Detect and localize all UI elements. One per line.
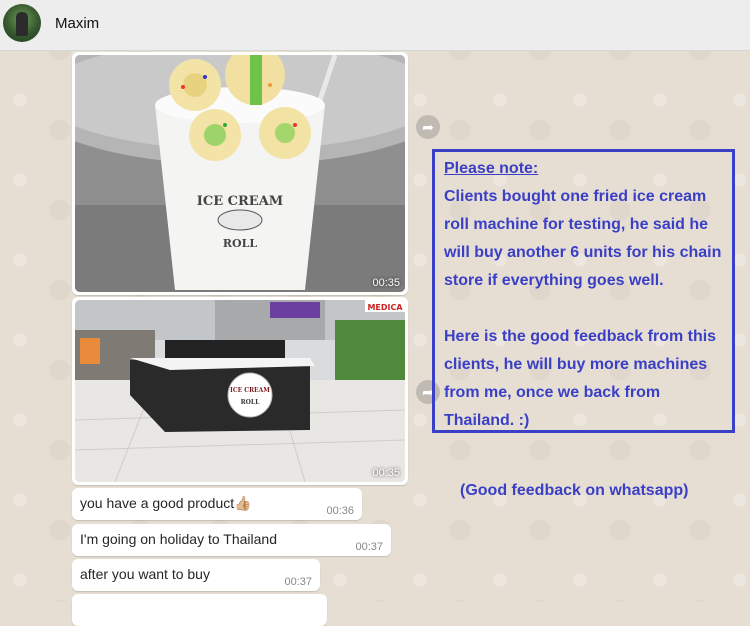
annotation-box: Please note: Clients bought one fried ic… xyxy=(432,149,735,433)
message-text: after you want to buy xyxy=(80,566,210,582)
text-message[interactable]: I'm going on holiday to Thailand 00:37 xyxy=(72,524,391,556)
ice-cream-cup-photo[interactable]: ICE CREAM ROLL xyxy=(75,55,405,292)
kiosk-sign-top: ICE CREAM xyxy=(230,387,270,394)
cup-print-top: ICE CREAM xyxy=(197,194,283,209)
message-time: 00:36 xyxy=(326,505,354,517)
kiosk-sign-bottom: ROLL xyxy=(241,399,260,406)
text-message[interactable]: after you want to buy 00:37 xyxy=(72,559,320,591)
message-time: 00:37 xyxy=(284,576,312,588)
contact-name[interactable]: Maxim xyxy=(55,15,99,32)
shop-sign: MEDICA xyxy=(367,303,403,312)
message-time: 00:35 xyxy=(372,277,400,289)
text-message-partial[interactable] xyxy=(72,594,327,626)
text-message[interactable]: you have a good product👍🏼 00:36 xyxy=(72,488,362,520)
cup-print-bottom: ROLL xyxy=(223,237,257,250)
annotation-paragraph: Clients bought one fried ice cream roll … xyxy=(444,188,722,289)
kiosk-photo[interactable]: MEDICA ICE CREAM ROLL xyxy=(75,300,405,482)
message-text: I'm going on holiday to Thailand xyxy=(80,531,277,547)
image-message[interactable]: ICE CREAM ROLL 00:35 xyxy=(72,52,408,295)
image-message[interactable]: MEDICA ICE CREAM ROLL 00:35 xyxy=(72,297,408,485)
annotation-paragraph: Here is the good feedback from this clie… xyxy=(444,328,717,429)
annotation-caption: (Good feedback on whatsapp) xyxy=(460,482,689,499)
message-time: 00:37 xyxy=(355,541,383,553)
annotation-heading: Please note: xyxy=(444,160,539,177)
forward-arrow-icon[interactable]: ➦ xyxy=(416,115,440,139)
message-text: you have a good product👍🏼 xyxy=(80,495,252,511)
contact-avatar[interactable] xyxy=(3,4,41,42)
chat-header: Maxim xyxy=(0,0,750,51)
message-time: 00:35 xyxy=(372,467,400,479)
